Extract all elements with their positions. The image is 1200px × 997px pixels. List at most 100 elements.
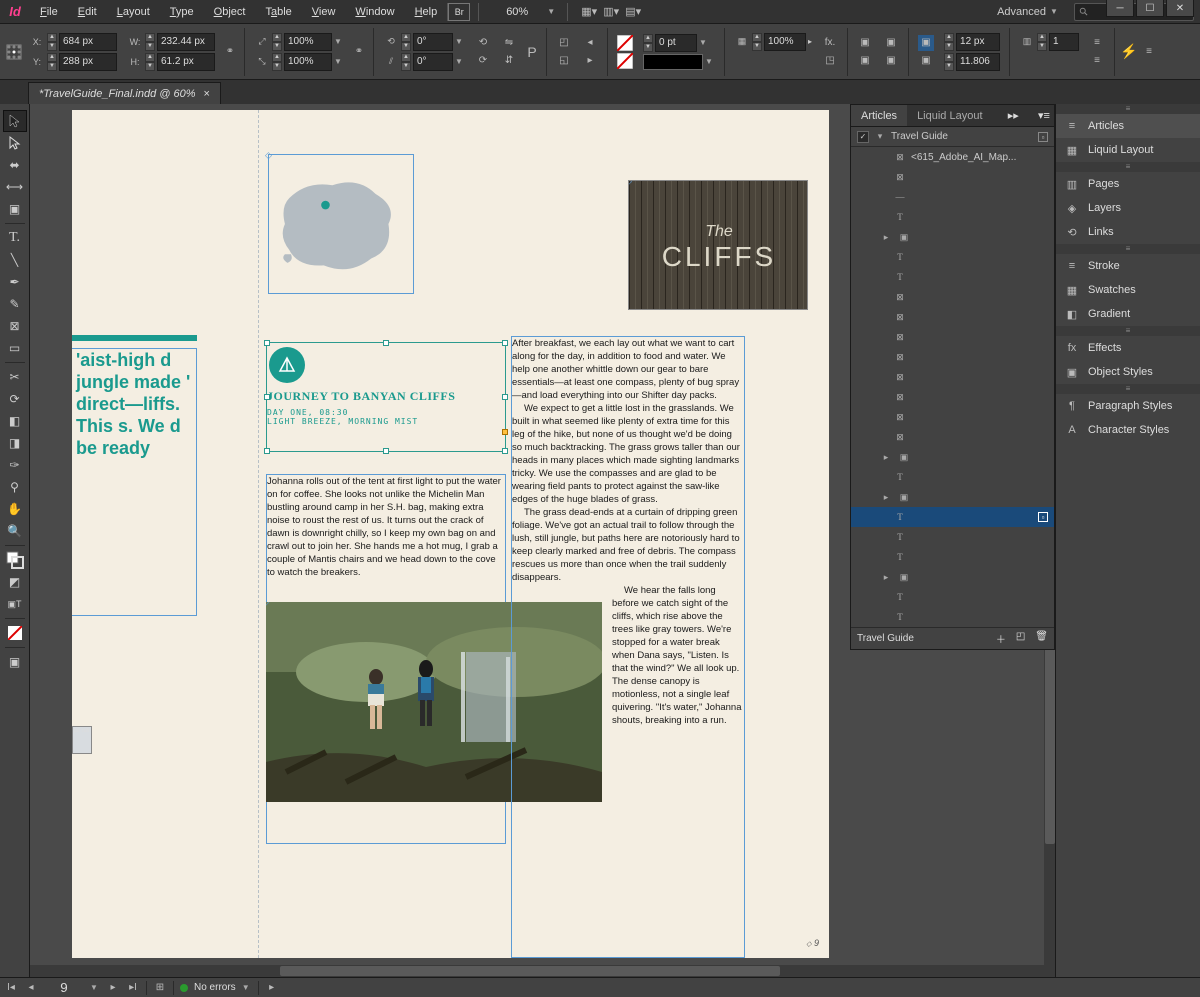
article-item[interactable]: T <box>851 267 1054 287</box>
fill-stroke-toggle[interactable] <box>3 549 27 571</box>
col-gap2-field[interactable] <box>956 53 1000 71</box>
scaley-field[interactable] <box>284 53 332 71</box>
page-tool[interactable]: ⬌ <box>3 154 27 176</box>
col-gap-field[interactable] <box>956 33 1000 51</box>
dock-item-stroke[interactable]: ≡Stroke <box>1056 254 1200 278</box>
screen-mode-icon[interactable]: ▣ <box>3 651 27 673</box>
view-options-3[interactable]: ▤▾ <box>622 3 644 21</box>
zoom-dropdown-icon[interactable]: ▼ <box>547 7 557 16</box>
article-root[interactable]: ✓ ▾ Travel Guide ▫ <box>851 127 1054 147</box>
pasteboard-thumbnail[interactable]: ps, rafi <box>72 726 92 754</box>
map-frame[interactable] <box>268 154 414 294</box>
menu-object[interactable]: Object <box>204 0 256 24</box>
pencil-tool[interactable]: ✎ <box>3 293 27 315</box>
last-page-icon[interactable]: ▸I <box>126 981 140 995</box>
article-item[interactable]: T <box>851 587 1054 607</box>
menu-help[interactable]: Help <box>405 0 448 24</box>
dock-item-effects[interactable]: fxEffects <box>1056 336 1200 360</box>
wrap-shape-icon[interactable]: ▣ <box>883 35 899 51</box>
wrap-none-icon[interactable]: ▣ <box>857 35 873 51</box>
rectangle-frame-tool[interactable]: ⊠ <box>3 315 27 337</box>
journey-heading-frame[interactable]: JOURNEY TO BANYAN CLIFFS DAY ONE, 08:30 … <box>266 342 506 452</box>
article-item[interactable]: ▸▣ <box>851 227 1054 247</box>
page-field[interactable] <box>44 980 84 995</box>
dock-item-swatches[interactable]: ▦Swatches <box>1056 278 1200 302</box>
tab-close-icon[interactable]: × <box>204 88 210 100</box>
rotate-field[interactable] <box>413 33 453 51</box>
dock-grip[interactable] <box>1056 104 1200 114</box>
article-item[interactable]: ⊠ <box>851 347 1054 367</box>
article-item[interactable]: ⊠ <box>851 387 1054 407</box>
selection-tool[interactable] <box>3 110 27 132</box>
menu-layout[interactable]: Layout <box>107 0 160 24</box>
gradient-swatch-tool[interactable]: ◧ <box>3 410 27 432</box>
cols-field[interactable] <box>1049 33 1079 51</box>
pen-tool[interactable]: ✒ <box>3 271 27 293</box>
type-tool[interactable]: T. <box>3 227 27 249</box>
liquid-layout-tab[interactable]: Liquid Layout <box>907 105 992 126</box>
window-minimize[interactable]: ─ <box>1106 0 1134 17</box>
window-maximize[interactable]: ☐ <box>1136 0 1164 17</box>
article-item[interactable]: ⊠ <box>851 367 1054 387</box>
menu-edit[interactable]: Edit <box>68 0 107 24</box>
select-prev-icon[interactable]: ◂ <box>582 35 598 51</box>
article-item[interactable]: ⊠ <box>851 427 1054 447</box>
dock-item-pages[interactable]: ▥Pages <box>1056 172 1200 196</box>
dock-item-character-styles[interactable]: ACharacter Styles <box>1056 418 1200 442</box>
rectangle-tool[interactable]: ▭ <box>3 337 27 359</box>
dock-item-articles[interactable]: ≡Articles <box>1056 114 1200 138</box>
wrap-bbox-icon[interactable]: ▣ <box>857 53 873 69</box>
reference-point[interactable] <box>6 44 22 60</box>
h-field[interactable] <box>157 53 215 71</box>
effects-icon[interactable]: fx. <box>822 35 838 51</box>
article-item[interactable]: ▸▣ <box>851 487 1054 507</box>
document-tab[interactable]: *TravelGuide_Final.indd @ 60% × <box>28 82 221 104</box>
constrain-wh-icon[interactable]: ⚭ <box>222 44 238 60</box>
dock-item-links[interactable]: ⟲Links <box>1056 220 1200 244</box>
x-field[interactable] <box>59 33 117 51</box>
delete-article-icon[interactable]: 🗑 <box>1035 631 1048 646</box>
dock-item-liquid-layout[interactable]: ▦Liquid Layout <box>1056 138 1200 162</box>
free-transform-tool[interactable]: ⟳ <box>3 388 27 410</box>
zoom-field[interactable] <box>487 3 547 21</box>
shear-field[interactable] <box>413 53 453 71</box>
select-next-icon[interactable]: ▸ <box>582 53 598 69</box>
align-mid-icon[interactable]: ≡ <box>1089 53 1105 69</box>
status-menu-icon[interactable]: ▸ <box>265 981 279 995</box>
article-item[interactable]: T <box>851 207 1054 227</box>
stroke-style[interactable] <box>643 54 703 70</box>
first-page-icon[interactable]: I◂ <box>4 981 18 995</box>
add-article-icon[interactable]: ＋ <box>996 631 1006 646</box>
select-container-icon[interactable]: ◰ <box>556 35 572 51</box>
preflight-status-text[interactable]: No errors <box>194 982 236 993</box>
article-item[interactable]: ⊠<615_Adobe_AI_Map... <box>851 147 1054 167</box>
cliffs-photo-frame[interactable]: TheCLIFFS <box>628 180 808 310</box>
dock-item-layers[interactable]: ◈Layers <box>1056 196 1200 220</box>
eyedropper-tool[interactable]: ⚲ <box>3 476 27 498</box>
constrain-scale-icon[interactable]: ⚭ <box>351 44 367 60</box>
select-content-icon[interactable]: ◱ <box>556 53 572 69</box>
window-close[interactable]: ✕ <box>1166 0 1194 17</box>
stroke-weight-field[interactable] <box>655 34 697 52</box>
flip-h-icon[interactable]: ⇋ <box>501 35 517 51</box>
dock-item-object-styles[interactable]: ▣Object Styles <box>1056 360 1200 384</box>
preflight-dropdown-icon[interactable]: ▼ <box>242 983 252 992</box>
article-item[interactable]: ▸▣ <box>851 567 1054 587</box>
hand-tool[interactable]: ✋ <box>3 498 27 520</box>
stroke-swatch[interactable] <box>617 53 633 69</box>
menu-window[interactable]: Window <box>345 0 404 24</box>
flip-v-icon[interactable]: ⇵ <box>501 53 517 69</box>
view-options-1[interactable]: ▦▾ <box>578 3 600 21</box>
view-options-2[interactable]: ▥▾ <box>600 3 622 21</box>
open-navigator-icon[interactable]: ⊞ <box>153 981 167 995</box>
canvas[interactable]: TheCLIFFS 'aist-high d jungle made ' dir… <box>30 104 1200 977</box>
gap-tool[interactable]: ⟷ <box>3 176 27 198</box>
bridge-button[interactable]: Br <box>448 3 470 21</box>
article-item[interactable]: T <box>851 247 1054 267</box>
gradient-feather-tool[interactable]: ◨ <box>3 432 27 454</box>
menu-table[interactable]: Table <box>255 0 301 24</box>
article-options-icon[interactable]: ▫ <box>1038 132 1048 142</box>
formatting-affects-icon[interactable]: ▣T <box>3 593 27 615</box>
scissors-tool[interactable]: ✂ <box>3 366 27 388</box>
article-item[interactable]: — <box>851 187 1054 207</box>
